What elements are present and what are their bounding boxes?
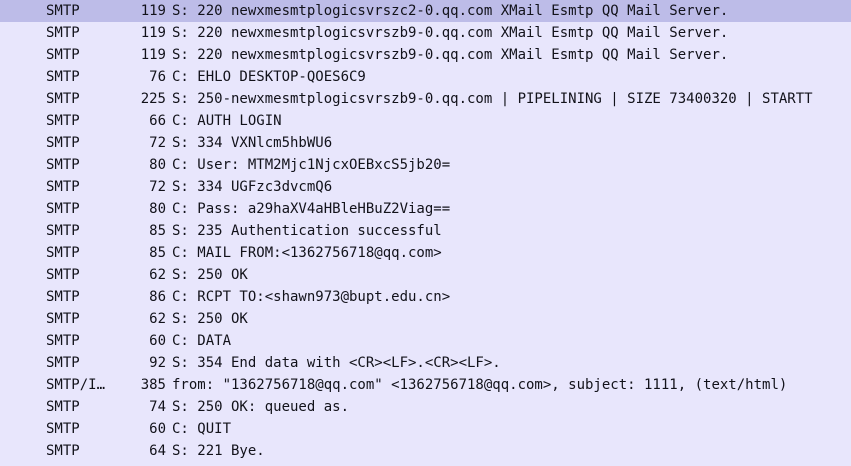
protocol-cell: SMTP — [46, 443, 80, 459]
protocol-cell: SMTP — [46, 267, 80, 283]
protocol-cell: SMTP/I… — [46, 377, 106, 393]
protocol-cell: SMTP — [46, 399, 80, 415]
protocol-cell: SMTP — [46, 25, 80, 41]
protocol-cell: SMTP — [46, 311, 80, 327]
length-cell: 85 — [149, 223, 166, 239]
protocol-cell: SMTP — [46, 157, 80, 173]
packet-row[interactable]: SMTP 60 C: QUIT — [0, 418, 851, 440]
info-cell: S: 250-newxmesmtplogicsvrszb9-0.qq.com |… — [172, 91, 813, 107]
packet-list-rows: SMTP 119 S: 220 newxmesmtplogicsvrszc2-0.q… — [0, 0, 851, 462]
info-cell: S: 250 OK: queued as. — [172, 399, 350, 415]
info-cell: S: 220 newxmesmtplogicsvrszc2-0.qq.com X… — [172, 3, 729, 19]
info-cell: S: 250 OK — [172, 267, 248, 283]
info-cell: S: 334 UGFzc3dvcmQ6 — [172, 179, 333, 195]
packet-row[interactable]: SMTP 64 S: 221 Bye. — [0, 440, 851, 462]
length-cell: 86 — [149, 289, 166, 305]
protocol-cell: SMTP — [46, 289, 80, 305]
length-cell: 225 — [140, 91, 166, 107]
info-cell: C: Pass: a29haXV4aHBleHBuZ2Viag== — [172, 201, 451, 217]
length-cell: 80 — [149, 201, 166, 217]
length-cell: 92 — [149, 355, 166, 371]
packet-row[interactable]: SMTP 76 C: EHLO DESKTOP-QOES6C9 — [0, 66, 851, 88]
protocol-cell: SMTP — [46, 333, 80, 349]
length-cell: 64 — [149, 443, 166, 459]
length-cell: 60 — [149, 421, 166, 437]
protocol-cell: SMTP — [46, 69, 80, 85]
protocol-cell: SMTP — [46, 223, 80, 239]
info-cell: S: 334 VXNlcm5hbWU6 — [172, 135, 333, 151]
packet-row[interactable]: SMTP 85 S: 235 Authentication successful — [0, 220, 851, 242]
info-cell: from: "1362756718@qq.com" <1362756718@qq… — [172, 377, 788, 393]
packet-row[interactable]: SMTP 119 S: 220 newxmesmtplogicsvrszb9-0.q… — [0, 44, 851, 66]
packet-row[interactable]: SMTP 119 S: 220 newxmesmtplogicsvrszc2-0.q… — [0, 0, 851, 22]
packet-row[interactable]: SMTP 60 C: DATA — [0, 330, 851, 352]
packet-row[interactable]: SMTP 66 C: AUTH LOGIN — [0, 110, 851, 132]
protocol-cell: SMTP — [46, 421, 80, 437]
length-cell: 80 — [149, 157, 166, 173]
length-cell: 119 — [140, 47, 166, 63]
packet-row[interactable]: SMTP 119 S: 220 newxmesmtplogicsvrszb9-0.q… — [0, 22, 851, 44]
info-cell: C: MAIL FROM:<1362756718@qq.com> — [172, 245, 442, 261]
length-cell: 119 — [140, 25, 166, 41]
info-cell: S: 250 OK — [172, 311, 248, 327]
info-cell: C: DATA — [172, 333, 232, 349]
info-cell: S: 235 Authentication successful — [172, 223, 442, 239]
length-cell: 74 — [149, 399, 166, 415]
info-cell: S: 221 Bye. — [172, 443, 265, 459]
length-cell: 72 — [149, 135, 166, 151]
length-cell: 85 — [149, 245, 166, 261]
length-cell: 385 — [140, 377, 166, 393]
packet-row[interactable]: SMTP 80 C: Pass: a29haXV4aHBleHBuZ2Viag== — [0, 198, 851, 220]
info-cell: C: RCPT TO:<shawn973@bupt.edu.cn> — [172, 289, 451, 305]
length-cell: 62 — [149, 267, 166, 283]
packet-row[interactable]: SMTP 72 S: 334 UGFzc3dvcmQ6 — [0, 176, 851, 198]
packet-row[interactable]: SMTP 86 C: RCPT TO:<shawn973@bupt.edu.cn> — [0, 286, 851, 308]
protocol-cell: SMTP — [46, 179, 80, 195]
protocol-cell: SMTP — [46, 135, 80, 151]
packet-row[interactable]: SMTP 74 S: 250 OK: queued as. — [0, 396, 851, 418]
info-cell: S: 220 newxmesmtplogicsvrszb9-0.qq.com X… — [172, 25, 729, 41]
info-cell: C: EHLO DESKTOP-QOES6C9 — [172, 69, 366, 85]
protocol-cell: SMTP — [46, 355, 80, 371]
protocol-cell: SMTP — [46, 3, 80, 19]
packet-row[interactable]: SMTP 72 S: 334 VXNlcm5hbWU6 — [0, 132, 851, 154]
info-cell: S: 220 newxmesmtplogicsvrszb9-0.qq.com X… — [172, 47, 729, 63]
protocol-cell: SMTP — [46, 245, 80, 261]
length-cell: 60 — [149, 333, 166, 349]
info-cell: C: AUTH LOGIN — [172, 113, 282, 129]
packet-row[interactable]: SMTP 62 S: 250 OK — [0, 308, 851, 330]
length-cell: 119 — [140, 3, 166, 19]
info-cell: C: QUIT — [172, 421, 232, 437]
protocol-cell: SMTP — [46, 47, 80, 63]
protocol-cell: SMTP — [46, 113, 80, 129]
packet-row[interactable]: SMTP/I… 385 from: "1362756718@qq.com" <136… — [0, 374, 851, 396]
protocol-cell: SMTP — [46, 91, 80, 107]
packet-row[interactable]: SMTP 80 C: User: MTM2Mjc1NjcxOEBxcS5jb20= — [0, 154, 851, 176]
length-cell: 66 — [149, 113, 166, 129]
info-cell: S: 354 End data with <CR><LF>.<CR><LF>. — [172, 355, 501, 371]
packet-row[interactable]: SMTP 85 C: MAIL FROM:<1362756718@qq.com> — [0, 242, 851, 264]
packet-row[interactable]: SMTP 62 S: 250 OK — [0, 264, 851, 286]
protocol-cell: SMTP — [46, 201, 80, 217]
length-cell: 72 — [149, 179, 166, 195]
packet-list: SMTP 119 S: 220 newxmesmtplogicsvrszc2-0.q… — [0, 0, 851, 466]
length-cell: 76 — [149, 69, 166, 85]
packet-row[interactable]: SMTP 92 S: 354 End data with <CR><LF>.<CR>… — [0, 352, 851, 374]
packet-row[interactable]: SMTP 225 S: 250-newxmesmtplogicsvrszb9-0.q… — [0, 88, 851, 110]
info-cell: C: User: MTM2Mjc1NjcxOEBxcS5jb20= — [172, 157, 451, 173]
length-cell: 62 — [149, 311, 166, 327]
